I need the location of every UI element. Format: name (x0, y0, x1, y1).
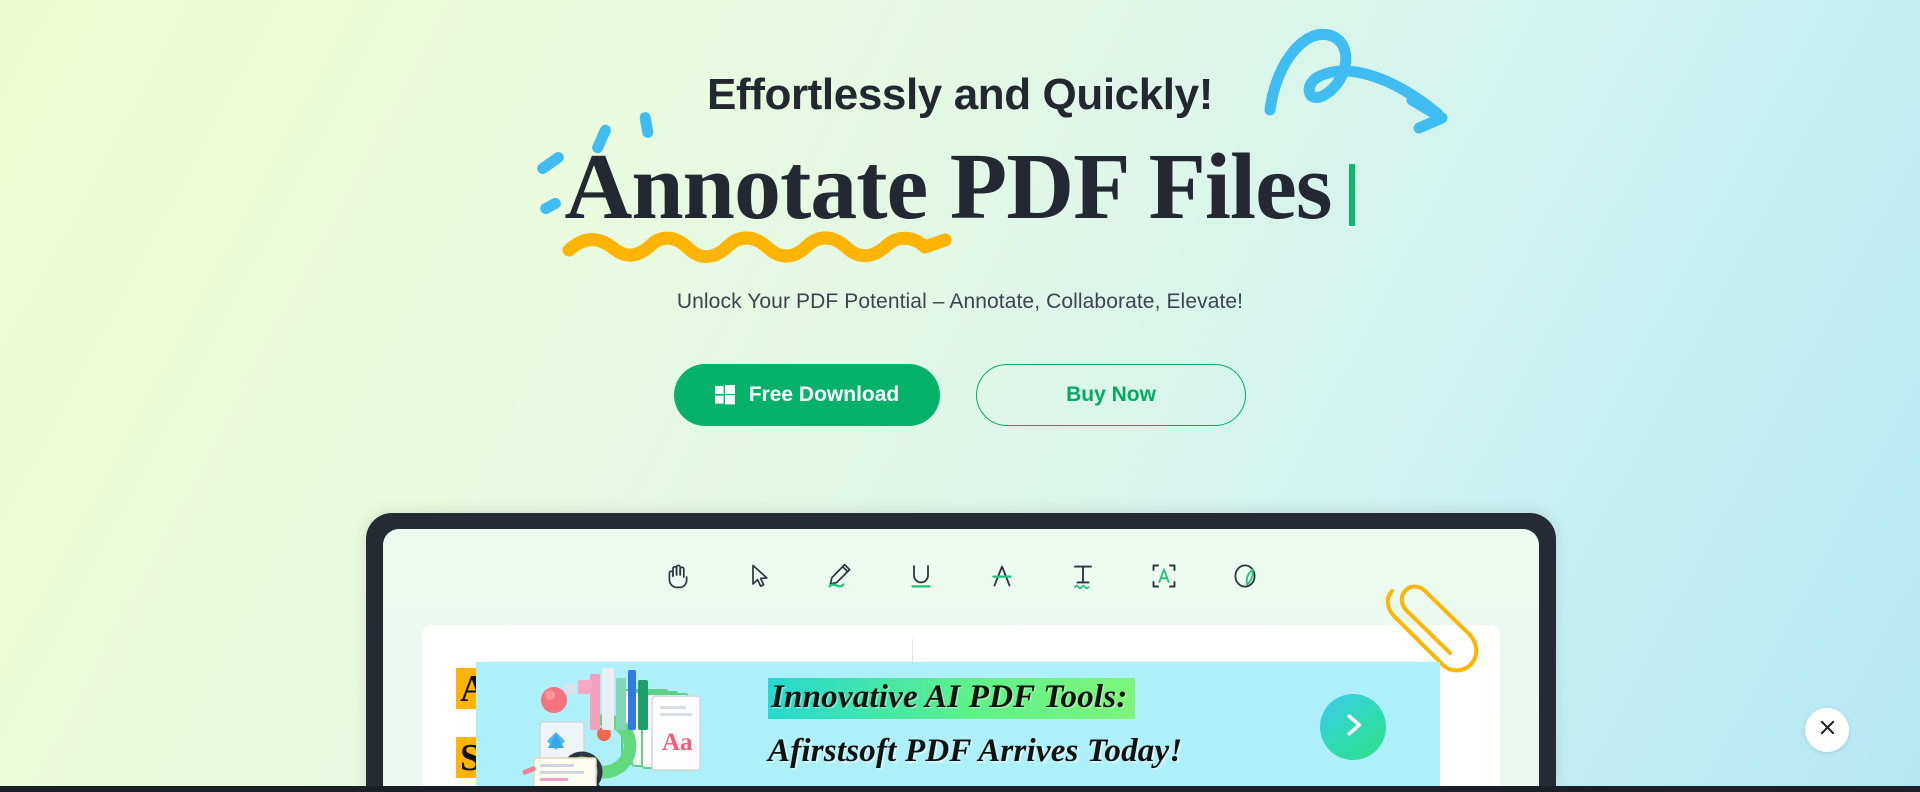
promo-ad-banner[interactable]: Aa Innovative AI PDF Tools: Afirstsoft P… (476, 662, 1440, 792)
svg-text:Aa: Aa (662, 729, 693, 756)
ad-headline-line-2: Afirstsoft PDF Arrives Today! (768, 733, 1183, 769)
cta-button-row: Free Download Buy Now (0, 364, 1920, 426)
underline-icon[interactable] (904, 559, 938, 593)
page-bottom-edge (0, 786, 1920, 792)
ad-text-block: Innovative AI PDF Tools: Afirstsoft PDF … (768, 678, 1182, 770)
ad-next-arrow-button[interactable] (1320, 694, 1386, 760)
highlight-eraser-icon[interactable] (1228, 559, 1262, 593)
close-icon (1817, 717, 1838, 743)
page-title: Annotate PDF Files (565, 140, 1356, 234)
pdf-toolbar (383, 559, 1539, 593)
pencil-draw-icon[interactable] (823, 559, 857, 593)
hero-eyebrow: Effortlessly and Quickly! (707, 70, 1213, 119)
typing-caret (1349, 164, 1356, 226)
ocr-text-recognize-icon[interactable] (1147, 559, 1181, 593)
text-insert-icon[interactable] (1066, 559, 1100, 593)
windows-icon (714, 385, 735, 405)
hero-headline-wrap: Annotate PDF Files (0, 140, 1920, 250)
strikethrough-icon[interactable] (985, 559, 1019, 593)
hero-subtitle: Unlock Your PDF Potential – Annotate, Co… (676, 290, 1244, 313)
curly-arrow-decoration (1264, 28, 1448, 134)
buy-now-label: Buy Now (1066, 383, 1156, 406)
chevron-right-icon (1338, 710, 1368, 745)
hand-tool-icon[interactable] (661, 559, 695, 593)
buy-now-button[interactable]: Buy Now (976, 364, 1246, 426)
select-cursor-icon[interactable] (742, 559, 776, 593)
close-ad-button[interactable] (1805, 708, 1849, 752)
free-download-label: Free Download (748, 383, 900, 406)
ad-illustration: Aa (482, 664, 752, 792)
page-title-text: Annotate PDF Files (564, 135, 1333, 239)
ad-headline-line-1: Innovative AI PDF Tools: (768, 678, 1135, 719)
hero-section: Effortlessly and Quickly! Annotate PDF F… (0, 0, 1920, 505)
free-download-button[interactable]: Free Download (674, 364, 940, 426)
marker-squiggle-decoration (562, 231, 952, 263)
